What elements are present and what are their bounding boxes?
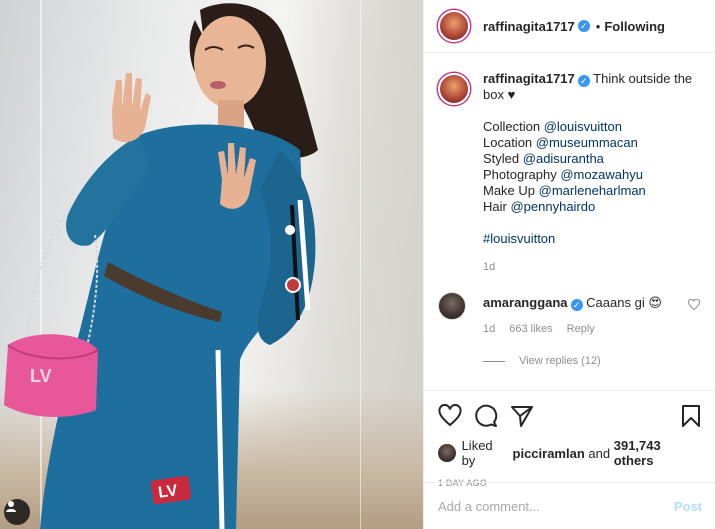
- comment-likes[interactable]: 663 likes: [509, 323, 552, 335]
- verified-icon: ✓: [577, 75, 590, 87]
- bookmark-icon[interactable]: [680, 404, 702, 428]
- share-icon[interactable]: [510, 404, 534, 428]
- mention-link[interactable]: @museummacan: [536, 135, 638, 150]
- avatar[interactable]: [438, 73, 470, 105]
- separator-dot: •: [595, 18, 601, 34]
- caption: raffinagita1717 ✓ Think outside the box ♥…: [438, 71, 702, 275]
- credit-line: Photography @mozawahyu: [483, 167, 643, 182]
- reply-button[interactable]: Reply: [567, 323, 595, 335]
- post-header: raffinagita1717 ✓ • Following: [424, 0, 715, 53]
- credit-line: Make Up @marleneharlman: [483, 183, 646, 198]
- comment-like-heart-icon[interactable]: [687, 298, 701, 314]
- mention-link[interactable]: @pennyhairdo: [510, 199, 595, 214]
- replies-line: [483, 360, 505, 362]
- mention-link[interactable]: @marleneharlman: [539, 183, 646, 198]
- mention-link[interactable]: @mozawahyu: [560, 167, 643, 182]
- comment-meta: 1d 663 likes Reply: [483, 323, 662, 335]
- mention-link[interactable]: @adisurantha: [523, 151, 604, 166]
- mention-link[interactable]: @louisvuitton: [544, 119, 622, 134]
- view-replies-button[interactable]: View replies (12): [483, 355, 702, 367]
- liked-by-prefix: Liked by: [461, 438, 493, 468]
- comment-item: amaranggana ✓ Caaans gi 😍 1d 663 likes Re…: [438, 292, 702, 335]
- comments-section: raffinagita1717 ✓ Think outside the box ♥…: [424, 53, 715, 390]
- credit-line: Location @museummacan: [483, 135, 638, 150]
- avatar[interactable]: [438, 10, 470, 42]
- post-sidebar: raffinagita1717 ✓ • Following raffinagit…: [423, 0, 715, 529]
- avatar[interactable]: [438, 292, 466, 320]
- add-comment-bar: Add a comment... Post: [424, 482, 715, 529]
- comment-body: amaranggana ✓ Caaans gi 😍 1d 663 likes Re…: [483, 295, 662, 335]
- credit-line: Collection @louisvuitton: [483, 119, 622, 134]
- liked-by: Liked by picciramlan and 391,743 others: [438, 438, 702, 468]
- comment-text: Caaans gi 😍: [586, 295, 662, 310]
- liked-by-others[interactable]: 391,743 others: [614, 438, 702, 468]
- following-button[interactable]: Following: [604, 19, 665, 34]
- hashtag-link[interactable]: #louisvuitton: [483, 231, 702, 247]
- caption-time[interactable]: 1d: [483, 259, 702, 275]
- comment-time[interactable]: 1d: [483, 323, 495, 335]
- comment-username[interactable]: amaranggana: [483, 295, 568, 310]
- liked-by-user[interactable]: picciramlan: [513, 446, 585, 461]
- photo-illustration: LV LV: [4, 3, 318, 529]
- verified-icon: ✓: [577, 20, 590, 32]
- liked-by-and: and: [588, 445, 611, 461]
- action-icons: [438, 403, 702, 429]
- verified-icon: ✓: [570, 299, 583, 311]
- credit-line: Styled @adisurantha: [483, 151, 604, 166]
- more-dots-icon[interactable]: [4, 499, 30, 525]
- svg-text:LV: LV: [30, 366, 52, 386]
- comment-icon[interactable]: [474, 404, 498, 428]
- post-button[interactable]: Post: [674, 499, 702, 514]
- credit-line: Hair @pennyhairdo: [483, 199, 596, 214]
- caption-username[interactable]: raffinagita1717: [483, 71, 575, 86]
- post-photo[interactable]: LV LV: [0, 0, 423, 529]
- svg-text:LV: LV: [157, 482, 179, 502]
- avatar[interactable]: [438, 444, 456, 462]
- heart-icon[interactable]: [438, 404, 462, 428]
- add-comment-input[interactable]: Add a comment...: [438, 499, 674, 514]
- view-replies-label: View replies (12): [519, 355, 601, 367]
- caption-body: raffinagita1717 ✓ Think outside the box ♥…: [483, 71, 702, 275]
- header-username[interactable]: raffinagita1717: [483, 19, 575, 34]
- post-actions: Liked by picciramlan and 391,743 others …: [424, 390, 715, 488]
